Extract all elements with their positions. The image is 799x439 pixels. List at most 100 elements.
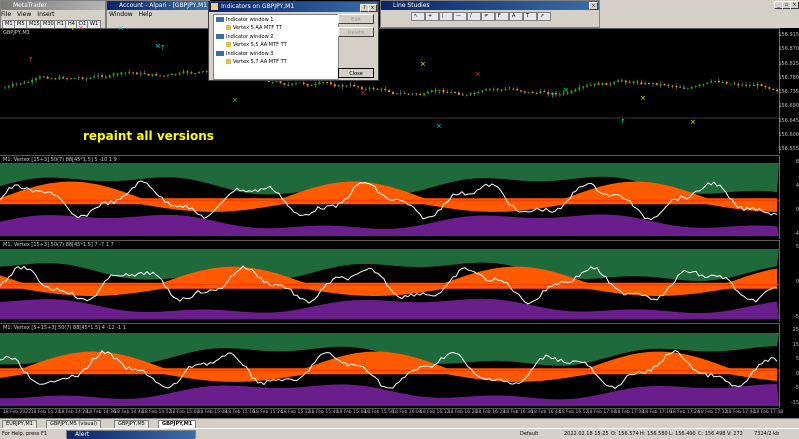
tree-indicator-3[interactable]: Vertex 5,7 AA MTF TT bbox=[226, 59, 287, 65]
arrow-icon[interactable]: ➚ bbox=[537, 12, 551, 21]
time-tick-label: 18 Feb 15:40 bbox=[308, 410, 339, 415]
account-menu: Window Help bbox=[109, 10, 158, 19]
tree-window-2[interactable]: Indicator window 2 bbox=[216, 34, 273, 40]
axis-tick-label: -5 bbox=[794, 385, 799, 392]
label-icon[interactable]: T bbox=[523, 12, 537, 21]
indicator-pane-1[interactable]: M1: Vertex [15+3] 50(7) 88[45*1.5] 5 -10… bbox=[0, 155, 779, 240]
main-window-title: MetaTrader bbox=[1, 1, 105, 10]
indicator-pane-2[interactable]: M1: Vertex [15+3] 50(7) 88[45*1.5] 7 -7 … bbox=[0, 240, 779, 323]
indicator-pane-2-label: M1: Vertex [15+3] 50(7) 88[45*1.5] 7 -7 … bbox=[3, 242, 114, 248]
menu-file[interactable]: File bbox=[1, 11, 11, 18]
close-icon[interactable]: × bbox=[368, 4, 377, 12]
time-tick-label: 18 Feb 15:56 bbox=[364, 410, 394, 415]
time-tick-label: 18 Feb 17:24 bbox=[670, 410, 700, 415]
axis-tick-label: -5 bbox=[794, 314, 799, 320]
close-icon[interactable]: × bbox=[589, 2, 598, 10]
menu-window[interactable]: Window bbox=[109, 11, 133, 18]
axis-tick-label: 25 bbox=[792, 327, 799, 333]
time-tick-label: 18 Feb 16:04 bbox=[392, 410, 422, 415]
axis-tick-label: 156.780 bbox=[778, 74, 799, 81]
window-icon bbox=[216, 51, 224, 56]
tree-indicator-1[interactable]: Vertex 5 AA MTF TT bbox=[226, 25, 282, 31]
indicator-axis-1: 8 4 0 -4 bbox=[779, 155, 799, 239]
tree-indicator-2[interactable]: Vertex 5,5 AA MTF TT bbox=[226, 42, 287, 48]
time-tick-label: 18 Feb 17:08 bbox=[614, 410, 645, 415]
horizontal-line-icon[interactable]: — bbox=[453, 12, 467, 21]
time-tick-label: 18 Feb 16:52 bbox=[559, 410, 589, 415]
line-studies-toolbar: ↖ + | — / ≠ F A T ➚ bbox=[381, 11, 599, 28]
time-tick-label: 18 Feb 16:44 bbox=[531, 410, 561, 415]
repaint-watermark: repaint all versions bbox=[83, 129, 214, 143]
channel-icon[interactable]: ≠ bbox=[481, 12, 495, 21]
edit-button[interactable]: Edit bbox=[338, 14, 374, 24]
account-window-title: Account - Alpari - [GBPJPY,M1] bbox=[107, 1, 209, 10]
time-tick-label: 18 Feb 17:00 bbox=[586, 410, 617, 415]
indicator-icon bbox=[226, 59, 231, 64]
time-tick-label: 18 Feb 2022 bbox=[3, 410, 32, 415]
time-tick-label: 18 Feb 16:36 bbox=[503, 410, 533, 415]
axis-tick-label: -15 bbox=[790, 400, 799, 406]
time-tick-label: 18 Feb 16:20 bbox=[447, 410, 478, 415]
alert-window[interactable]: Alert bbox=[66, 430, 196, 439]
indicator-pane-3-label: M1: Vertex [5+15+3] 50(7) 88[45*1.5] 4 -… bbox=[3, 325, 127, 331]
time-tick-label: 18 Feb 15:16 bbox=[225, 410, 255, 415]
window-icon bbox=[216, 34, 224, 39]
price-chart-label: GBPJPY,M1 bbox=[3, 30, 30, 36]
main-window-header: MetaTrader File View Insert M1 M5 M15 M30 … bbox=[0, 0, 106, 29]
indicators-dialog: Indicators on GBPJPY,M1 ? × Indicator wi… bbox=[208, 1, 379, 81]
axis-tick-label: 156.825 bbox=[778, 60, 799, 67]
time-tick-label: 18 Feb 17:32 bbox=[698, 410, 728, 415]
menu-help[interactable]: Help bbox=[139, 11, 153, 18]
menu-insert[interactable]: Insert bbox=[37, 11, 54, 18]
time-tick-label: 18 Feb 15:08 bbox=[197, 410, 228, 415]
cursor-icon[interactable]: ↖ bbox=[411, 12, 425, 21]
indicators-dialog-title: Indicators on GBPJPY,M1 bbox=[209, 2, 378, 12]
axis-tick-label: 156.915 bbox=[778, 32, 799, 38]
trendline-icon[interactable]: / bbox=[467, 12, 481, 21]
account-window: Account - Alpari - [GBPJPY,M1] Window Hel… bbox=[106, 0, 210, 29]
axis-tick-label: 156.555 bbox=[778, 146, 799, 152]
axis-tick-label: 156.735 bbox=[778, 89, 799, 95]
tree-window-3[interactable]: Indicator window 3 bbox=[216, 51, 273, 57]
close-icon[interactable]: × bbox=[790, 1, 799, 9]
time-tick-label: 18 Feb 14:28 bbox=[58, 410, 89, 415]
time-tick-label: 18 Feb 14:36 bbox=[86, 410, 116, 415]
time-tick-label: 18 Feb 15:48 bbox=[336, 410, 367, 415]
menu-view[interactable]: View bbox=[17, 11, 31, 18]
text-icon[interactable]: A bbox=[509, 12, 523, 21]
tree-window-1[interactable]: Indicator window 1 bbox=[216, 17, 273, 23]
indicator-pane-1-label: M1: Vertex [15+3] 50(7) 88[45*1.5] 5 -10… bbox=[3, 157, 117, 163]
chart-tabs: EURJPY,M1 GBPJPY,M5 (visual) GBPJPY,M5 G… bbox=[0, 418, 799, 429]
axis-tick-label: 156.645 bbox=[778, 117, 799, 124]
delete-button[interactable]: Delete bbox=[338, 27, 374, 37]
time-tick-label: 18 Feb 14:20 bbox=[30, 410, 61, 415]
time-tick-label: 18 Feb 17:40 bbox=[725, 410, 756, 415]
fibo-icon[interactable]: F bbox=[495, 12, 509, 21]
indicator-pane-3[interactable]: M1: Vertex [5+15+3] 50(7) 88[45*1.5] 4 -… bbox=[0, 323, 779, 409]
line-studies-title: Line Studies bbox=[381, 1, 599, 10]
line-studies-window: Line Studies × ↖ + | — / ≠ F A T ➚ bbox=[380, 0, 600, 28]
time-tick-label: 18 Feb 15:00 bbox=[169, 410, 200, 415]
time-tick-label: 18 Feb 17:48 bbox=[753, 410, 784, 415]
vertical-line-icon[interactable]: | bbox=[439, 12, 453, 21]
indicator-axis-3: 25 15 5 0 -5 -15 bbox=[779, 323, 799, 408]
price-axis: 156.915 156.870 156.825 156.780 156.735 156.6… bbox=[778, 28, 799, 154]
close-button[interactable]: Close bbox=[338, 68, 374, 78]
time-tick-label: 18 Feb 16:12 bbox=[420, 410, 450, 415]
indicator-icon bbox=[226, 42, 231, 47]
time-tick-label: 18 Feb 15:32 bbox=[281, 410, 311, 415]
axis-tick-label: 156.600 bbox=[778, 131, 799, 138]
indicators-tree[interactable]: Indicator window 1 Vertex 5 AA MTF TT In… bbox=[213, 14, 339, 80]
time-tick-label: 18 Feb 16:28 bbox=[475, 410, 506, 415]
time-tick-label: 18 Feb 14:44 bbox=[114, 410, 144, 415]
crosshair-icon[interactable]: + bbox=[425, 12, 439, 21]
axis-tick-label: 156.870 bbox=[778, 46, 799, 53]
axis-tick-label: 15 bbox=[792, 341, 799, 348]
main-window-toolbar-right: _ ▫ × bbox=[600, 0, 799, 29]
time-tick-label: 18 Feb 15:24 bbox=[253, 410, 283, 415]
time-axis: 18 Feb 2022 18 Feb 14:20 18 Feb 14:28 18 Fe… bbox=[0, 408, 783, 418]
window-icon bbox=[216, 17, 224, 22]
indicator-axis-2: 5 0 -5 bbox=[779, 240, 799, 322]
time-tick-label: 18 Feb 17:16 bbox=[642, 410, 672, 415]
price-chart-pane[interactable]: GBPJPY,M1 repaint all versions bbox=[0, 28, 779, 155]
